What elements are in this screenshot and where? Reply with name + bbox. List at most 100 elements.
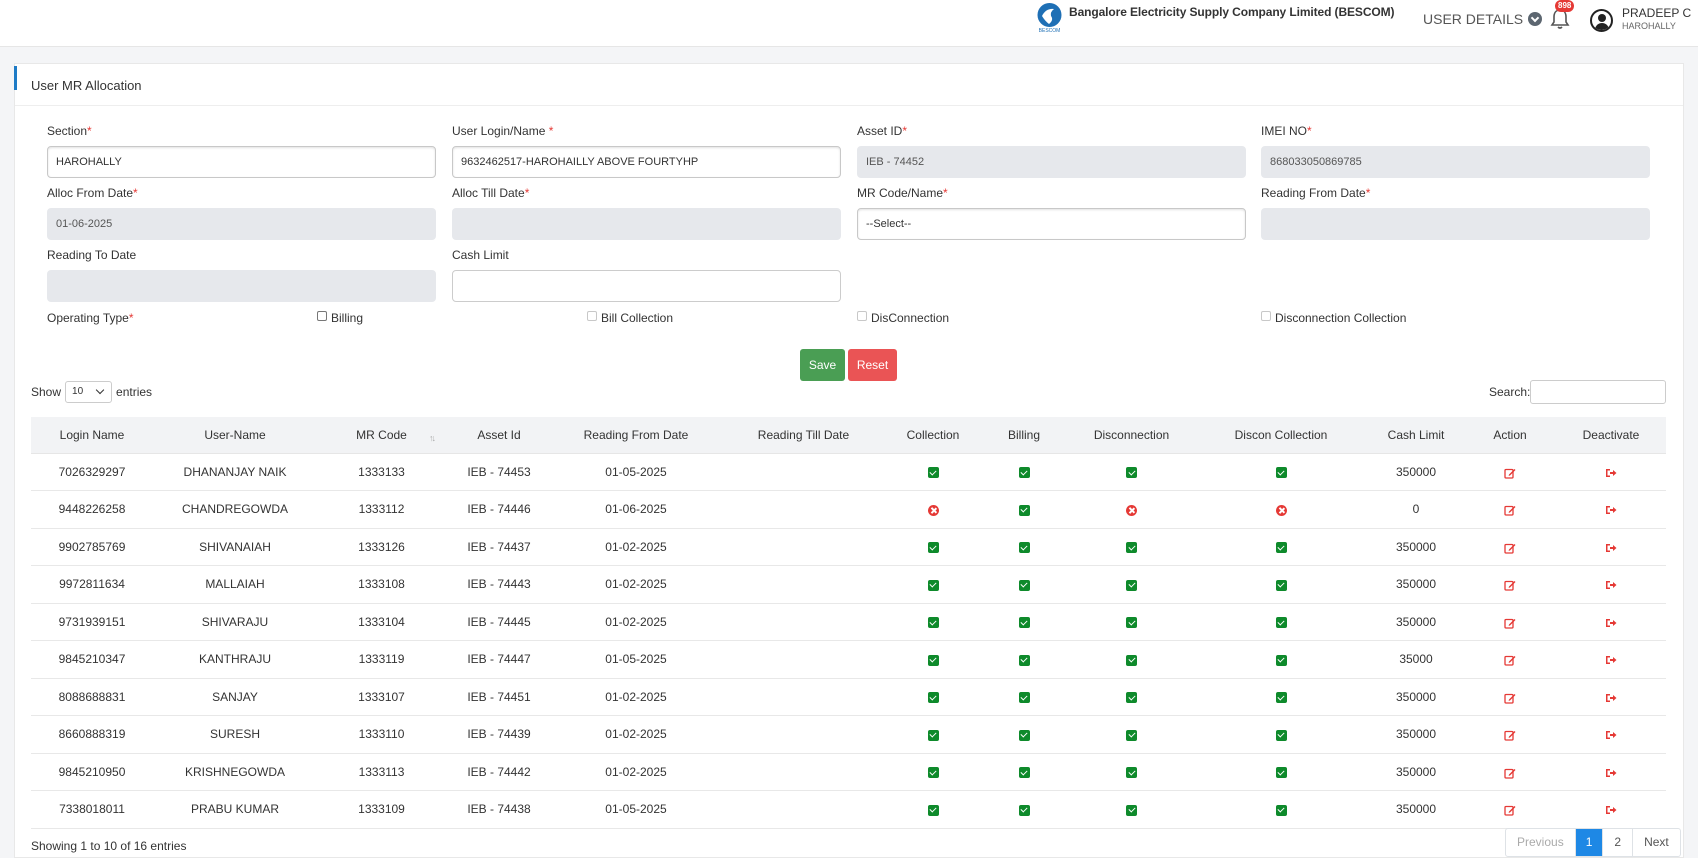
reading-from-cell: 01-02-2025 [552,715,720,754]
check-square-icon [1018,804,1030,816]
table-row: 8660888319 SURESH 1333110 IEB - 74439 01-02-… [31,715,1666,754]
column-header[interactable]: MR Code ↑↓ [317,417,446,454]
sign-out-icon[interactable] [1605,654,1617,666]
edit-icon[interactable] [1504,504,1516,516]
mr-code-label: MR Code/Name* [857,186,948,200]
page-button-1[interactable]: 1 [1575,829,1604,856]
asset-id-cell: IEB - 74443 [446,565,552,604]
asset-id-cell: IEB - 74437 [446,528,552,566]
check-square-icon [1126,467,1137,479]
cash-limit-input[interactable] [452,270,841,302]
reading-to-label: Reading To Date [47,248,137,262]
alloc-till-date-field[interactable] [452,208,841,240]
deactivate-cell [1556,490,1666,529]
disconnection-collection-checkbox[interactable]: Disconnection Collection [1261,311,1406,325]
bill-collection-checkbox[interactable]: Bill Collection [587,311,673,325]
sort-icon[interactable]: ↑↓ [429,433,436,443]
action-cell [1464,790,1556,829]
sign-out-icon[interactable] [1605,467,1617,479]
asset-id-cell: IEB - 74442 [446,753,552,791]
card-header: User MR Allocation [14,64,1683,106]
sign-out-icon[interactable] [1605,617,1617,629]
disconnection-checkbox[interactable]: DisConnection [857,311,949,325]
column-header[interactable]: Cash Limit [1368,417,1464,454]
edit-icon[interactable] [1504,617,1516,629]
column-header[interactable]: Reading Till Date [720,417,887,454]
column-header[interactable]: Collection [887,417,979,454]
column-header[interactable]: User-Name [153,417,317,454]
reading-from-cell: 01-02-2025 [552,753,720,791]
action-cell [1464,603,1556,641]
edit-icon[interactable] [1504,804,1516,816]
asset-id-cell: IEB - 74453 [446,453,552,491]
page-length-select[interactable]: 10 [65,381,113,403]
column-header[interactable]: Action [1464,417,1556,454]
table-row: 9845210950 KRISHNEGOWDA 1333113 IEB - 74442… [31,753,1666,791]
asset-id-cell: IEB - 74446 [446,490,552,529]
action-cell [1464,640,1556,679]
user-name-cell: PRABU KUMAR [153,790,317,829]
column-header[interactable]: Disconnection [1069,417,1194,454]
billing-checkbox[interactable]: Billing [317,311,363,325]
asset-id-cell: IEB - 74451 [446,678,552,716]
mr-code-cell: 1333110 [317,715,446,754]
column-header[interactable]: Login Name [31,417,153,454]
table-row: 8088688831 SANJAY 1333107 IEB - 74451 01-02-… [31,678,1666,716]
save-button[interactable]: Save [800,349,845,381]
disconnection-cell [1069,490,1194,529]
edit-icon[interactable] [1504,579,1516,591]
billing-cell [979,565,1069,604]
cash-limit-cell: 0 [1368,490,1464,529]
reading-till-cell [720,453,887,491]
user-details-dropdown[interactable]: USER DETAILS [1423,11,1543,27]
alloc-till-label: Alloc Till Date* [452,186,530,200]
discon-collection-cell [1194,678,1368,716]
user-login-select[interactable]: 9632462517-HAROHAILLY ABOVE FOURTYHP [452,146,841,178]
user-avatar-icon[interactable] [1590,9,1613,32]
sign-out-icon[interactable] [1605,542,1617,554]
disconnection-cell [1069,640,1194,679]
check-square-icon [1275,579,1287,591]
deactivate-cell [1556,753,1666,791]
times-circle-icon [1275,504,1287,516]
section-select[interactable]: HAROHALLY [47,146,436,178]
search-input[interactable] [1530,380,1666,404]
disconnection-cell [1069,453,1194,491]
column-header-label: Reading From Date [583,427,689,442]
collection-cell [887,640,979,679]
check-square-icon [1275,767,1287,779]
column-header[interactable]: Discon Collection [1194,417,1368,454]
column-header[interactable]: Deactivate [1556,417,1666,454]
reset-button[interactable]: Reset [848,349,897,381]
edit-icon[interactable] [1504,654,1516,666]
reading-from-cell: 01-05-2025 [552,453,720,491]
check-square-icon [1275,617,1287,629]
column-header[interactable]: Billing [979,417,1069,454]
edit-icon[interactable] [1504,467,1516,479]
edit-icon[interactable] [1504,729,1516,741]
mr-code-cell: 1333107 [317,678,446,716]
sign-out-icon[interactable] [1605,767,1617,779]
asset-id-cell: IEB - 74445 [446,603,552,641]
page-button-2[interactable]: 2 [1603,829,1634,856]
column-header-label: Asset Id [477,427,521,442]
sign-out-icon[interactable] [1605,579,1617,591]
next-page-button[interactable]: Next [1633,829,1680,856]
sign-out-icon[interactable] [1605,504,1617,516]
mr-code-select[interactable]: --Select-- [857,208,1246,240]
sign-out-icon[interactable] [1605,692,1617,704]
previous-page-button[interactable]: Previous [1506,829,1576,856]
sign-out-icon[interactable] [1605,804,1617,816]
bescom-logo-icon: BESCOM [1036,2,1063,33]
edit-icon[interactable] [1504,767,1516,779]
edit-icon[interactable] [1504,692,1516,704]
billing-cell [979,790,1069,829]
column-header[interactable]: Reading From Date [552,417,720,454]
sign-out-icon[interactable] [1605,729,1617,741]
column-header[interactable]: Asset Id [446,417,552,454]
edit-icon[interactable] [1504,542,1516,554]
reading-from-cell: 01-05-2025 [552,790,720,829]
login-name-cell: 9731939151 [31,603,153,641]
column-header-label: Disconnection [1093,427,1170,442]
discon-collection-cell [1194,490,1368,529]
